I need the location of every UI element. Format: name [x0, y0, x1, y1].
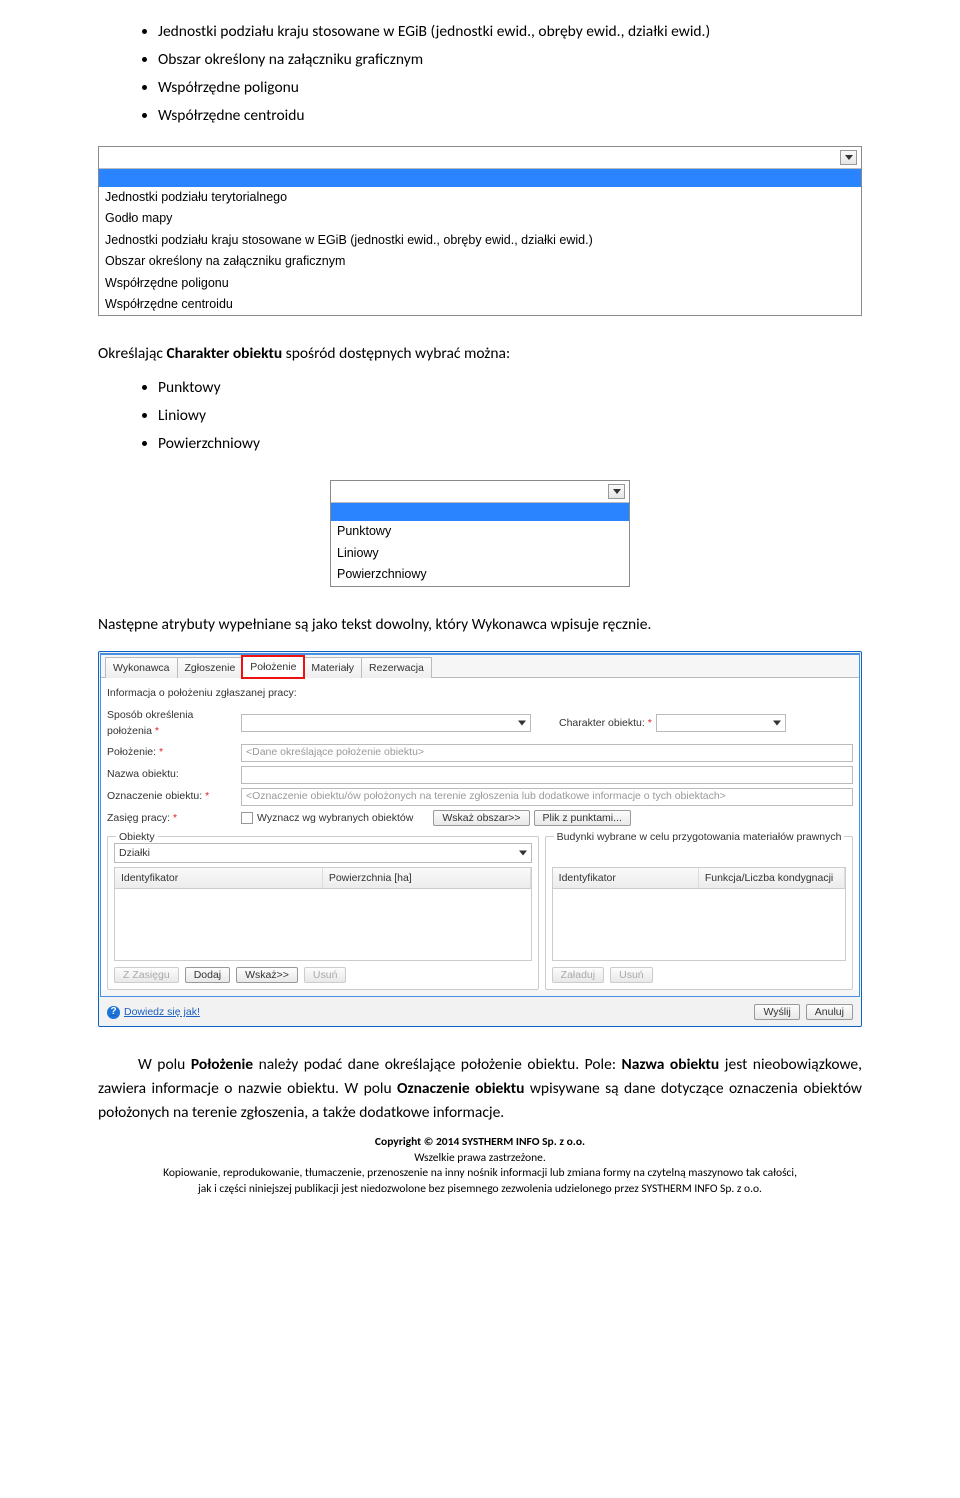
info-line: Informacja o położeniu zgłaszanej pracy:: [107, 685, 853, 701]
dropdown-option[interactable]: Liniowy: [331, 543, 629, 564]
zaladuj-button[interactable]: Załaduj: [552, 967, 604, 983]
dropdown-option[interactable]: Współrzędne poligonu: [99, 273, 861, 294]
oznaczenie-input[interactable]: <Oznaczenie obiektu/ów położonych na ter…: [241, 788, 853, 806]
group-obiekty: Obiekty Działki Identyfikator Powierzchn…: [107, 836, 539, 990]
text: Określając: [98, 344, 166, 363]
col-pow: Powierzchnia [ha]: [323, 868, 531, 888]
list-item: Jednostki podziału kraju stosowane w EGi…: [158, 20, 862, 44]
table-body[interactable]: [552, 889, 846, 961]
dropdown-option[interactable]: Punktowy: [331, 521, 629, 542]
wyslij-button[interactable]: Wyślij: [754, 1004, 799, 1020]
tab-polozenie[interactable]: Położenie: [242, 656, 304, 678]
sposob-combo[interactable]: .: [241, 714, 531, 732]
list-item: Liniowy: [158, 404, 862, 428]
wskaz-button[interactable]: Wskaż>>: [236, 967, 298, 983]
dropdown-option[interactable]: Jednostki podziału kraju stosowane w EGi…: [99, 230, 861, 251]
text: W polu: [138, 1055, 191, 1074]
dropdown-option[interactable]: Godło mapy: [99, 208, 861, 229]
chevron-down-icon[interactable]: [608, 484, 625, 499]
anuluj-button[interactable]: Anuluj: [806, 1004, 853, 1020]
paragraph-charakter: Określając Charakter obiektu spośród dos…: [98, 342, 862, 366]
label-oznaczenie: Oznaczenie obiektu: *: [107, 788, 237, 804]
list-item: Obszar określony na załączniku graficzny…: [158, 48, 862, 72]
table-body[interactable]: [114, 889, 532, 961]
top-bullet-list: Jednostki podziału kraju stosowane w EGi…: [158, 20, 862, 128]
footer-line4: jak i części niniejszej publikacji jest …: [98, 1182, 862, 1198]
text: należy podać dane określające położenie …: [253, 1055, 621, 1074]
dropdown-screenshot-1: Jednostki podziału terytorialnego Godło …: [98, 146, 862, 316]
label-zasieg: Zasięg pracy: *: [107, 810, 237, 826]
page-footer: Copyright © 2014 SYSTHERM INFO Sp. z o.o…: [98, 1135, 862, 1197]
col-funkcja: Funkcja/Liczba kondygnacji: [699, 868, 845, 888]
dropdown-option[interactable]: Jednostki podziału terytorialnego: [99, 187, 861, 208]
dropdown-option[interactable]: Powierzchniowy: [331, 564, 629, 585]
chevron-down-icon[interactable]: [840, 150, 857, 165]
dropdown-header[interactable]: [99, 147, 861, 169]
text-bold: Oznaczenie obiektu: [397, 1079, 524, 1098]
group-label: Budynki wybrane w celu przygotowania mat…: [554, 829, 845, 845]
dzialki-combo[interactable]: Działki: [114, 843, 532, 863]
charakter-combo[interactable]: .: [656, 714, 786, 732]
zasieg-checkbox[interactable]: Wyznacz wg wybranych obiektów: [241, 810, 413, 826]
footer-rights: Wszelkie prawa zastrzeżone.: [98, 1151, 862, 1167]
list-item: Współrzędne centroidu: [158, 104, 862, 128]
col-ident: Identyfikator: [115, 868, 323, 888]
wskaz-obszar-button[interactable]: Wskaż obszar>>: [433, 810, 529, 826]
usun-button[interactable]: Usuń: [304, 967, 347, 983]
col-ident2: Identyfikator: [553, 868, 699, 888]
text-bold: Położenie: [191, 1055, 253, 1074]
table-header: Identyfikator Powierzchnia [ha]: [114, 867, 532, 889]
tab-rezerwacja[interactable]: Rezerwacja: [361, 657, 432, 678]
label-sposob: Sposób określenia położenia *: [107, 707, 237, 740]
text-bold: Charakter obiektu: [166, 344, 282, 363]
zzasiegu-button[interactable]: Z Zasięgu: [114, 967, 179, 983]
dropdown-screenshot-2: Punktowy Liniowy Powierzchniowy: [330, 480, 630, 586]
form-screenshot: Wykonawca Zgłoszenie Położenie Materiały…: [98, 651, 862, 1028]
paragraph-polozenie: W polu Położenie należy podać dane okreś…: [98, 1053, 862, 1125]
tab-wykonawca[interactable]: Wykonawca: [105, 657, 178, 678]
list-item: Współrzędne poligonu: [158, 76, 862, 100]
text-bold: Nazwa obiektu: [621, 1055, 719, 1074]
usun2-button[interactable]: Usuń: [610, 967, 653, 983]
dropdown-option[interactable]: Współrzędne centroidu: [99, 294, 861, 315]
help-icon: ?: [107, 1006, 120, 1019]
label-polozenie: Położenie: *: [107, 744, 237, 760]
paragraph-atrybuty: Następne atrybuty wypełniane są jako tek…: [98, 613, 862, 637]
label-charakter: Charakter obiektu: *: [559, 715, 652, 731]
dropdown-header[interactable]: [331, 481, 629, 503]
dropdown-option[interactable]: Obszar określony na załączniku graficzny…: [99, 251, 861, 272]
label-nazwa: Nazwa obiektu:: [107, 766, 237, 782]
dropdown-selected-blank: [99, 169, 861, 187]
list-item: Punktowy: [158, 376, 862, 400]
polozenie-input[interactable]: <Dane określające położenie obiektu>: [241, 744, 853, 762]
help-link[interactable]: ? Dowiedz się jak!: [107, 1004, 200, 1020]
dropdown-selected-blank: [331, 503, 629, 521]
text: spośród dostępnych wybrać można:: [282, 344, 510, 363]
list-item: Powierzchniowy: [158, 432, 862, 456]
group-budynki: Budynki wybrane w celu przygotowania mat…: [545, 836, 853, 990]
tab-zgloszenie[interactable]: Zgłoszenie: [177, 657, 244, 678]
tabs-row: Wykonawca Zgłoszenie Położenie Materiały…: [101, 655, 859, 677]
mid-bullet-list: Punktowy Liniowy Powierzchniowy: [158, 376, 862, 456]
tab-materialy[interactable]: Materiały: [303, 657, 362, 678]
footer-line3: Kopiowanie, reprodukowanie, tłumaczenie,…: [98, 1166, 862, 1182]
table-header: Identyfikator Funkcja/Liczba kondygnacji: [552, 867, 846, 889]
footer-copyright: Copyright © 2014 SYSTHERM INFO Sp. z o.o…: [98, 1135, 862, 1151]
dodaj-button[interactable]: Dodaj: [185, 967, 230, 983]
nazwa-input[interactable]: .: [241, 766, 853, 784]
plik-button[interactable]: Plik z punktami...: [534, 810, 631, 826]
